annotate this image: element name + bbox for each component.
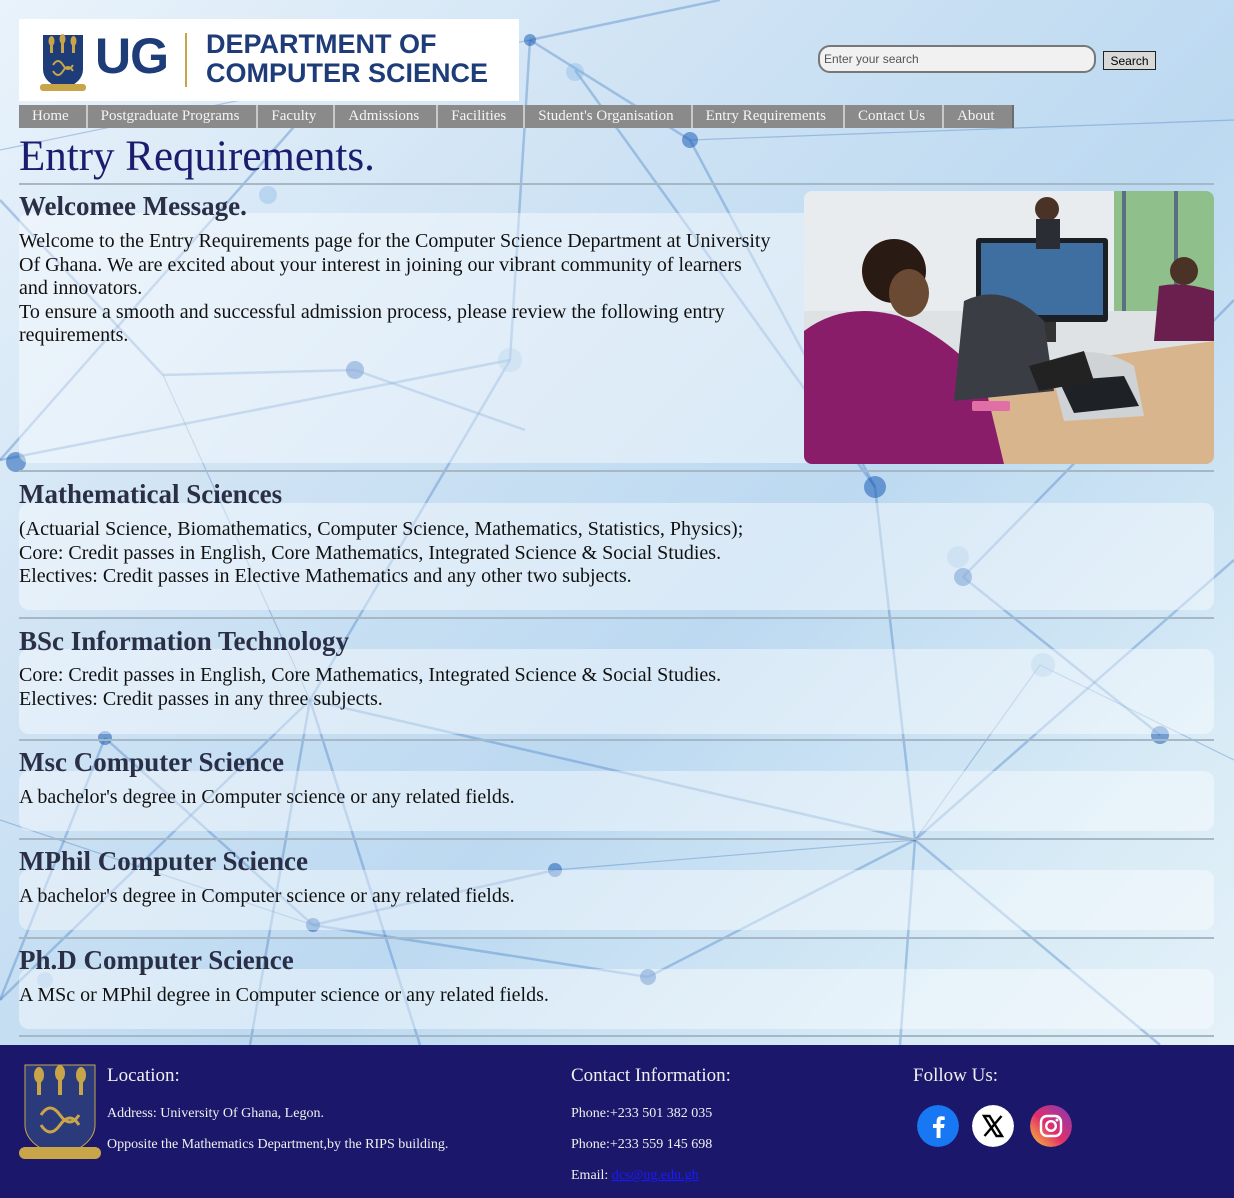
search-button[interactable]: Search xyxy=(1103,51,1156,70)
department-logo[interactable]: UG DEPARTMENT OF COMPUTER SCIENCE xyxy=(19,19,519,101)
nav-postgraduate-programs[interactable]: Postgraduate Programs xyxy=(88,105,259,128)
section-text: Core: Credit passes in English, Core Mat… xyxy=(19,664,721,711)
section-text: A bachelor's degree in Computer science … xyxy=(19,786,515,810)
x-icon[interactable] xyxy=(972,1105,1014,1147)
logo-department-name: DEPARTMENT OF COMPUTER SCIENCE xyxy=(206,30,488,88)
footer-email-link[interactable]: dcs@ug.edu.gh xyxy=(612,1168,699,1183)
nav-facilities[interactable]: Facilities xyxy=(438,105,526,128)
footer-address: Address: University Of Ghana, Legon. xyxy=(107,1106,324,1121)
section-title-msc: Msc Computer Science xyxy=(19,747,284,777)
section-title-mathematical-sciences: Mathematical Sciences xyxy=(19,479,283,509)
footer-follow-heading: Follow Us: xyxy=(913,1065,998,1086)
ug-crest-icon xyxy=(40,34,86,91)
divider xyxy=(19,617,1214,619)
footer-location-heading: Location: xyxy=(107,1065,180,1086)
footer-email-label: Email: xyxy=(571,1168,609,1183)
section-title-bsc-it: BSc Information Technology xyxy=(19,626,350,656)
nav-admissions[interactable]: Admissions xyxy=(335,105,439,128)
nav-home[interactable]: Home xyxy=(19,105,88,128)
students-lab-photo xyxy=(804,191,1214,464)
requirement-line: A bachelor's degree in Computer science … xyxy=(19,885,515,907)
facebook-icon[interactable] xyxy=(917,1105,959,1147)
welcome-line: Welcome to the Entry Requirements page f… xyxy=(19,230,771,252)
page-title: Entry Requirements. xyxy=(19,133,375,180)
section-title-mphil: MPhil Computer Science xyxy=(19,846,308,876)
logo-dept-line1: DEPARTMENT OF xyxy=(206,29,437,59)
divider xyxy=(19,838,1214,840)
welcome-text: Welcome to the Entry Requirements page f… xyxy=(19,230,770,348)
requirement-line: Core: Credit passes in English, Core Mat… xyxy=(19,541,722,564)
main-nav: Home Postgraduate Programs Faculty Admis… xyxy=(19,105,1014,128)
requirement-line: Electives: Credit passes in Elective Mat… xyxy=(19,565,632,587)
welcome-line: requirements. xyxy=(19,324,129,346)
footer-email: Email: dcs@ug.edu.gh xyxy=(571,1168,699,1184)
divider xyxy=(19,183,1214,185)
search-input[interactable] xyxy=(818,45,1096,73)
divider xyxy=(19,1035,1214,1037)
footer-contact-heading: Contact Information: xyxy=(571,1065,731,1086)
footer-landmark: Opposite the Mathematics Department,by t… xyxy=(107,1137,449,1152)
section-text: (Actuarial Science, Biomathematics, Comp… xyxy=(19,518,743,589)
divider xyxy=(19,739,1214,741)
requirement-line: Core: Credit passes in English, Core Mat… xyxy=(19,664,722,686)
welcome-line: and innovators. xyxy=(19,277,143,299)
requirement-line: (Actuarial Science, Biomathematics, Comp… xyxy=(19,518,744,540)
section-title-phd: Ph.D Computer Science xyxy=(19,945,294,975)
footer-phone-2: Phone:+233 559 145 698 xyxy=(571,1137,713,1152)
requirement-line: A MSc or MPhil degree in Computer scienc… xyxy=(19,984,549,1006)
nav-faculty[interactable]: Faculty xyxy=(258,105,336,128)
nav-entry-requirements[interactable]: Entry Requirements xyxy=(693,105,845,128)
nav-contact-us[interactable]: Contact Us xyxy=(845,105,945,128)
welcome-line: To ensure a smooth and successful admiss… xyxy=(19,300,725,323)
welcome-line: Of Ghana. We are excited about your inte… xyxy=(19,253,742,276)
logo-dept-line2: COMPUTER SCIENCE xyxy=(206,58,489,88)
ug-crest-icon xyxy=(19,1064,101,1159)
requirement-line: Electives: Credit passes in any three su… xyxy=(19,687,383,710)
divider xyxy=(19,470,1214,472)
footer-phone-1: Phone:+233 501 382 035 xyxy=(571,1106,713,1121)
section-text: A MSc or MPhil degree in Computer scienc… xyxy=(19,984,549,1008)
section-text: A bachelor's degree in Computer science … xyxy=(19,885,515,909)
nav-about[interactable]: About xyxy=(944,105,1014,128)
logo-divider xyxy=(185,33,187,87)
divider xyxy=(19,937,1214,939)
logo-ug-text: UG xyxy=(95,28,169,84)
instagram-icon[interactable] xyxy=(1030,1105,1072,1147)
requirement-line: A bachelor's degree in Computer science … xyxy=(19,786,515,808)
nav-students-organisation[interactable]: Student's Organisation xyxy=(525,105,693,128)
welcome-title: Welcomee Message. xyxy=(19,191,247,221)
